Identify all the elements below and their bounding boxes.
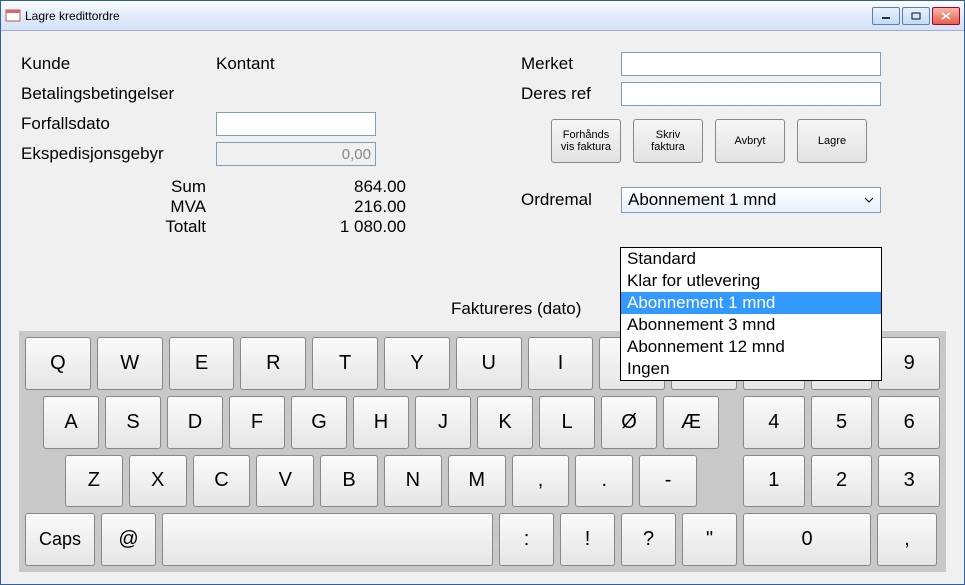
ordremal-combo[interactable]: Abonnement 1 mnd (621, 187, 881, 213)
preview-invoice-button[interactable]: Forhånds vis faktura (551, 119, 621, 163)
print-invoice-button[interactable]: Skriv faktura (633, 119, 703, 163)
forfall-label: Forfallsdato (21, 114, 216, 134)
key-?[interactable]: ? (621, 513, 676, 566)
key-N[interactable]: N (384, 455, 442, 508)
key-:[interactable]: : (499, 513, 554, 566)
key-2[interactable]: 2 (811, 455, 873, 508)
key-B[interactable]: B (320, 455, 378, 508)
save-button[interactable]: Lagre (797, 119, 867, 163)
ordremal-option[interactable]: Standard (621, 248, 881, 270)
close-button[interactable] (932, 7, 960, 25)
key-4[interactable]: 4 (743, 396, 805, 449)
key-U[interactable]: U (456, 337, 522, 390)
key-J[interactable]: J (415, 396, 471, 449)
ordremal-option[interactable]: Abonnement 12 mnd (621, 336, 881, 358)
mva-value: 216.00 (216, 197, 406, 217)
key-caps[interactable]: Caps (25, 513, 95, 566)
left-column: Kunde Kontant Betalingsbetingelser Forfa… (21, 49, 491, 237)
kunde-value: Kontant (216, 54, 275, 74)
content-area: Kunde Kontant Betalingsbetingelser Forfa… (1, 31, 964, 584)
app-window: Lagre kredittordre Kunde Kontant Betalin… (0, 0, 965, 585)
faktureres-label: Faktureres (dato) (451, 299, 581, 319)
mva-label: MVA (21, 197, 216, 217)
key-M[interactable]: M (448, 455, 506, 508)
key--[interactable]: - (639, 455, 697, 508)
merket-label: Merket (521, 54, 621, 74)
key-"[interactable]: " (682, 513, 737, 566)
key-.[interactable]: . (575, 455, 633, 508)
sum-label: Sum (21, 177, 216, 197)
key-,[interactable]: , (512, 455, 570, 508)
titlebar[interactable]: Lagre kredittordre (1, 1, 964, 31)
window-title: Lagre kredittordre (25, 9, 120, 23)
ordremal-label: Ordremal (521, 190, 621, 210)
forfall-input[interactable] (216, 112, 376, 136)
totalt-value: 1 080.00 (216, 217, 406, 237)
key-V[interactable]: V (256, 455, 314, 508)
totalt-label: Totalt (21, 217, 216, 237)
action-buttons: Forhånds vis faktura Skriv faktura Avbry… (551, 119, 951, 163)
key-9[interactable]: 9 (878, 337, 940, 390)
key-6[interactable]: 6 (878, 396, 940, 449)
key-A[interactable]: A (43, 396, 99, 449)
key-5[interactable]: 5 (811, 396, 873, 449)
right-column: Merket Deres ref Forhånds vis faktura Sk… (521, 49, 951, 213)
key-comma[interactable]: , (877, 513, 937, 566)
key-Æ[interactable]: Æ (663, 396, 719, 449)
key-C[interactable]: C (193, 455, 251, 508)
key-F[interactable]: F (229, 396, 285, 449)
key-0[interactable]: 0 (743, 513, 871, 566)
sum-block: Sum864.00 MVA216.00 Totalt1 080.00 (21, 177, 491, 237)
key-space[interactable] (162, 513, 493, 566)
ordremal-option[interactable]: Ingen (621, 358, 881, 380)
betaling-label: Betalingsbetingelser (21, 84, 216, 104)
cancel-button[interactable]: Avbryt (715, 119, 785, 163)
key-R[interactable]: R (240, 337, 306, 390)
minimize-button[interactable] (872, 7, 900, 25)
key-1[interactable]: 1 (743, 455, 805, 508)
key-Q[interactable]: Q (25, 337, 91, 390)
maximize-button[interactable] (902, 7, 930, 25)
key-L[interactable]: L (539, 396, 595, 449)
key-at[interactable]: @ (101, 513, 156, 566)
key-D[interactable]: D (167, 396, 223, 449)
ordremal-dropdown[interactable]: StandardKlar for utleveringAbonnement 1 … (620, 247, 882, 381)
key-H[interactable]: H (353, 396, 409, 449)
key-3[interactable]: 3 (878, 455, 940, 508)
ordremal-option[interactable]: Abonnement 3 mnd (621, 314, 881, 336)
eksp-label: Ekspedisjonsgebyr (21, 144, 216, 164)
window-controls (872, 7, 960, 25)
key-W[interactable]: W (97, 337, 163, 390)
key-Ø[interactable]: Ø (601, 396, 657, 449)
key-T[interactable]: T (312, 337, 378, 390)
merket-input[interactable] (621, 52, 881, 76)
ordremal-option[interactable]: Klar for utlevering (621, 270, 881, 292)
key-I[interactable]: I (528, 337, 594, 390)
key-K[interactable]: K (477, 396, 533, 449)
key-X[interactable]: X (129, 455, 187, 508)
key-Y[interactable]: Y (384, 337, 450, 390)
kunde-label: Kunde (21, 54, 216, 74)
key-E[interactable]: E (169, 337, 235, 390)
eksp-input (216, 142, 376, 166)
sum-value: 864.00 (216, 177, 406, 197)
deresref-label: Deres ref (521, 84, 621, 104)
key-S[interactable]: S (105, 396, 161, 449)
key-G[interactable]: G (291, 396, 347, 449)
chevron-down-icon (864, 195, 874, 205)
key-Z[interactable]: Z (65, 455, 123, 508)
deresref-input[interactable] (621, 82, 881, 106)
app-icon (5, 8, 21, 24)
ordremal-selected-text: Abonnement 1 mnd (628, 190, 776, 210)
ordremal-option[interactable]: Abonnement 1 mnd (621, 292, 881, 314)
key-![interactable]: ! (560, 513, 615, 566)
